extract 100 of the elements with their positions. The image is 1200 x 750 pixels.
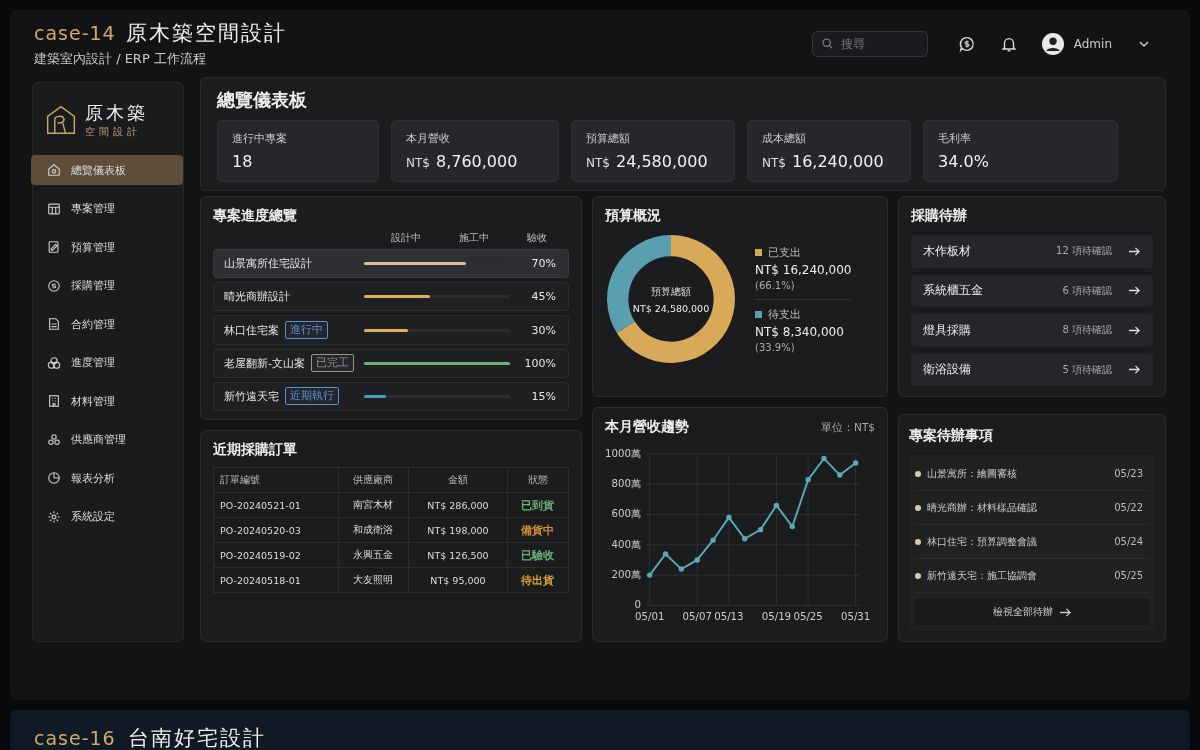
todo-date: 05/25 (1114, 570, 1144, 581)
project-row[interactable]: 山景寓所住宅設計 70% (213, 249, 569, 279)
sidebar-item[interactable]: 總覽儀表板 (31, 155, 183, 185)
sidebar-item[interactable]: 採購管理 (33, 270, 183, 301)
status-tag: 進行中 (285, 321, 328, 339)
stage-label: 驗收 (527, 231, 547, 245)
bullet-icon (915, 470, 921, 477)
y-tick-label: 1000萬 (605, 447, 641, 459)
legend-label: 已支出 (768, 245, 801, 260)
table-cell: 永興五金 (338, 542, 409, 568)
data-point (837, 472, 843, 478)
data-point (726, 514, 732, 521)
x-tick-label: 05/19 (761, 611, 792, 622)
sidebar-item[interactable]: 預算管理 (33, 232, 183, 262)
project-row[interactable]: 新竹遠天宅 近期執行 15% (213, 381, 569, 411)
data-point (678, 566, 685, 572)
data-point (710, 537, 716, 543)
todo-date: 05/23 (1114, 468, 1144, 479)
project-row[interactable]: 老屋翻新-文山案 已完工 100% (213, 348, 569, 378)
search-field[interactable]: 搜尋 (811, 30, 928, 57)
todo-date: 05/24 (1114, 536, 1144, 547)
panel-title: 專案進度總覽 (213, 207, 298, 225)
building-icon (47, 394, 61, 408)
status-cell: 已到貨 (507, 492, 569, 518)
project-row[interactable]: 林口住宅案 進行中 30% (213, 315, 569, 345)
pending-item[interactable]: 燈具採購 8 項待確認 (911, 314, 1153, 347)
user-name[interactable]: Admin (1073, 36, 1112, 51)
arrow-right-icon (1058, 606, 1072, 618)
stage-label: 設計中 (391, 231, 421, 245)
table-cell: 和成衛浴 (338, 517, 409, 543)
x-tick-label: 05/01 (635, 611, 665, 622)
table-cell: NT$ 198,000 (408, 517, 508, 543)
kpi-value: 24,580,000 (615, 152, 708, 171)
currency-label: NT$ (586, 156, 610, 170)
panel-title: 近期採購訂單 (213, 441, 298, 459)
bullet-icon (915, 572, 921, 579)
sidebar-item[interactable]: 材料管理 (33, 386, 183, 416)
arrow-right-icon (1128, 324, 1141, 336)
column-header: 狀態 (507, 467, 569, 493)
status-tag: 近期執行 (285, 387, 339, 406)
pending-item[interactable]: 衛浴設備 5 項待確認 (911, 353, 1153, 386)
view-all-button[interactable]: 檢視全部待辦 (915, 599, 1149, 625)
project-row[interactable]: 晴光商辦設計 45% (213, 282, 569, 312)
donut-center-label: 預算總額 (651, 284, 691, 299)
todo-text: 山景寓所：繪圖審核 (927, 466, 1018, 481)
sidebar-item[interactable]: 專案管理 (33, 193, 183, 224)
column-header: 金額 (408, 467, 508, 493)
kpi-value: 34.0% (938, 152, 989, 171)
project-name: 新竹遠天宅 (224, 388, 279, 404)
x-tick-label: 05/07 (682, 611, 712, 622)
todo-date: 05/22 (1114, 502, 1144, 513)
case-code: case-16 (34, 727, 116, 749)
table-cell: 南宮木材 (338, 492, 409, 518)
sidebar-item[interactable]: 報表分析 (33, 463, 183, 493)
table-cell: NT$ 95,000 (408, 567, 508, 593)
sidebar-item[interactable]: 供應商管理 (33, 424, 183, 455)
progress-percent: 45% (530, 290, 556, 304)
house-logo-icon (45, 104, 77, 136)
pending-item[interactable]: 木作板材 12 項待確認 (911, 235, 1153, 268)
panel-title: 預算概況 (605, 207, 662, 225)
status-cell: 已驗收 (507, 542, 569, 568)
kpi-label: 預算總額 (586, 131, 631, 146)
table-cell: NT$ 126,500 (408, 542, 508, 568)
project-name: 老屋翻新-文山案 (224, 355, 305, 371)
people-icon (47, 432, 61, 447)
case-title: 原木築空間設計 (125, 20, 287, 47)
project-name: 晴光商辦設計 (224, 289, 290, 305)
progress-percent: 70% (530, 257, 556, 271)
currency-label: NT$ (762, 156, 786, 170)
kpi-value: 8,760,000 (435, 152, 518, 171)
case-title: 台南好宅設計 (127, 725, 266, 750)
settings-icon (47, 509, 61, 524)
legend-amount: NT$ 16,240,000 (755, 262, 852, 277)
arrow-right-icon (1128, 285, 1141, 297)
panel-title: 採購待辦 (911, 207, 968, 225)
currency-label: NT$ (406, 156, 430, 170)
avatar-icon[interactable] (1041, 32, 1064, 55)
data-point (821, 455, 827, 462)
home-icon (47, 163, 61, 177)
status-tag: 已完工 (311, 354, 354, 373)
circles-icon (47, 355, 61, 370)
legend-share: (66.1%) (755, 279, 796, 291)
project-name: 林口住宅案 (224, 322, 279, 338)
y-tick-label: 800萬 (611, 478, 641, 490)
x-tick-label: 05/13 (714, 611, 744, 622)
data-point (742, 536, 748, 542)
todo-text: 新竹遠天宅：施工協調會 (927, 568, 1038, 583)
y-tick-label: 200萬 (611, 569, 641, 580)
coin-chat-icon[interactable] (957, 34, 976, 53)
pending-item[interactable]: 系統櫃五金 6 項待確認 (911, 274, 1153, 307)
legend-label: 待支出 (768, 307, 801, 322)
data-point (694, 557, 700, 563)
sidebar-item[interactable]: 合約管理 (33, 309, 183, 339)
sidebar-item[interactable]: 進度管理 (33, 347, 183, 378)
sidebar-item[interactable]: 系統設定 (33, 501, 183, 532)
status-cell: 備貨中 (507, 517, 569, 543)
doc-edit-icon (47, 240, 61, 254)
status-cell: 待出貨 (507, 567, 569, 593)
table-icon (47, 201, 61, 216)
column-header: 訂單編號 (213, 467, 339, 493)
